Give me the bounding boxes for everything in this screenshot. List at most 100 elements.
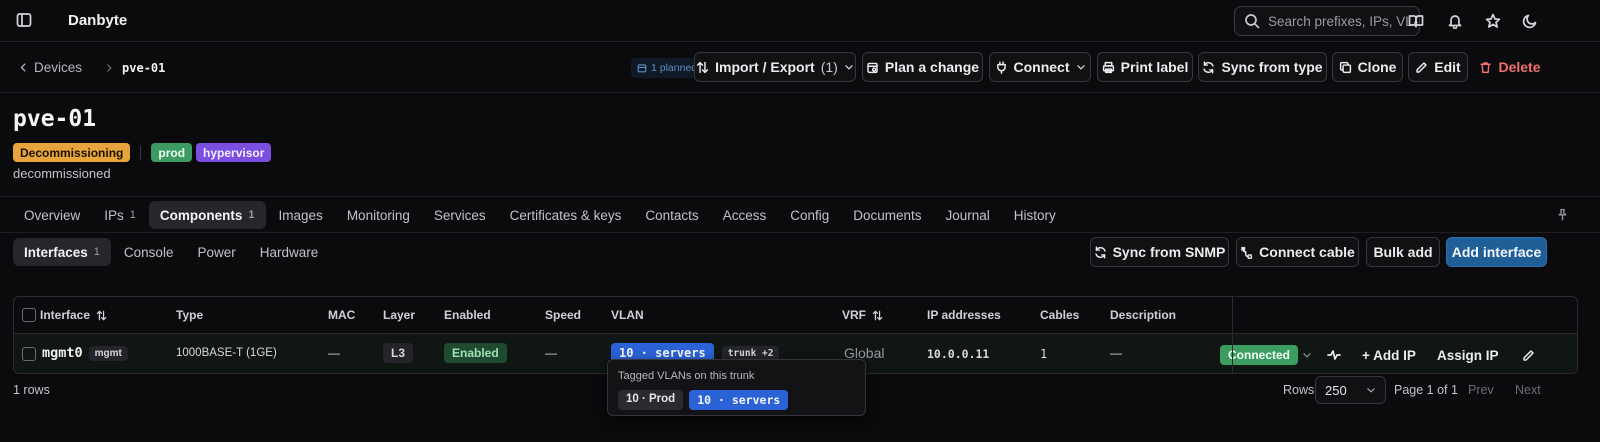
chevron-right-icon: [104, 63, 114, 73]
tab-monitoring[interactable]: Monitoring: [336, 201, 421, 229]
rows-label: Rows: [1283, 383, 1315, 397]
delete-button[interactable]: Delete: [1474, 52, 1546, 82]
subtab-interfaces[interactable]: Interfaces 1: [13, 238, 111, 266]
add-interface-button[interactable]: Add interface: [1446, 237, 1547, 267]
mac-cell: —: [328, 346, 340, 360]
moon-icon[interactable]: [1522, 13, 1538, 29]
tab-label: Components: [159, 207, 243, 223]
col-layer: Layer: [383, 308, 416, 322]
rows-per-page-select[interactable]: 250: [1315, 376, 1386, 404]
tab-components[interactable]: Components 1: [148, 201, 266, 229]
chevron-down-icon[interactable]: [1302, 350, 1312, 360]
import-export-button[interactable]: Import / Export (1): [694, 52, 856, 82]
import-export-label: Import / Export: [715, 59, 815, 75]
tab-overview[interactable]: Overview: [13, 201, 91, 229]
print-label-button[interactable]: Print label: [1097, 52, 1193, 82]
col-enabled: Enabled: [444, 308, 491, 322]
tab-label: Documents: [853, 207, 922, 223]
pencil-icon: [1522, 349, 1535, 362]
edit-button[interactable]: Edit: [1408, 52, 1468, 82]
bell-icon[interactable]: [1447, 13, 1463, 29]
col-speed: Speed: [545, 308, 582, 322]
search-input[interactable]: [1268, 13, 1418, 29]
tab-label: Certificates & keys: [509, 207, 622, 223]
subtab-power[interactable]: Power: [186, 238, 246, 266]
chevron-down-icon: [1076, 62, 1086, 72]
tab-images[interactable]: Images: [268, 201, 334, 229]
search-icon: [1244, 13, 1260, 29]
layer-cell: L3: [383, 343, 414, 363]
bulk-add-button[interactable]: Bulk add: [1366, 237, 1440, 267]
search-box[interactable]: [1234, 6, 1420, 36]
tag-prod[interactable]: prod: [151, 143, 193, 162]
trace-icon: [1326, 347, 1342, 363]
tab-label: History: [1013, 207, 1056, 223]
trash-icon: [1479, 61, 1492, 74]
tab-config[interactable]: Config: [779, 201, 840, 229]
checkbox[interactable]: [22, 347, 36, 361]
connect-cable-label: Connect cable: [1259, 244, 1355, 260]
tag-hypervisor[interactable]: hypervisor: [196, 143, 272, 162]
interface-cell[interactable]: mgmt0 mgmt: [42, 345, 128, 361]
assign-ip-button[interactable]: Assign IP: [1431, 342, 1505, 368]
trace-button[interactable]: [1320, 342, 1348, 368]
add-ip-button[interactable]: + Add IP: [1356, 342, 1422, 368]
book-icon[interactable]: [1408, 13, 1424, 29]
tab-journal[interactable]: Journal: [935, 201, 1001, 229]
enabled-cell: Enabled: [444, 343, 507, 363]
subtab-label: Interfaces: [24, 244, 88, 260]
tab-services[interactable]: Services: [423, 201, 497, 229]
select-all-checkbox[interactable]: [22, 308, 36, 322]
connect-cable-button[interactable]: Connect cable: [1236, 237, 1359, 267]
row-count: 1 rows: [13, 383, 50, 397]
tab-contacts[interactable]: Contacts: [634, 201, 709, 229]
clone-button[interactable]: Clone: [1332, 52, 1403, 82]
subtab-hardware[interactable]: Hardware: [249, 238, 330, 266]
layer-badge: L3: [383, 343, 414, 363]
connect-button[interactable]: Connect: [989, 52, 1091, 82]
tab-count: 1: [129, 209, 136, 221]
breadcrumb-back-link[interactable]: Devices: [18, 60, 82, 75]
sidebar-toggle-icon[interactable]: [16, 12, 32, 28]
row-checkbox[interactable]: [22, 347, 36, 361]
col-interface[interactable]: Interface: [40, 308, 107, 322]
type-cell: 1000BASE-T (1GE): [176, 347, 277, 359]
sort-arrows-icon[interactable]: [872, 310, 883, 321]
tab-label: Access: [722, 207, 767, 223]
interface-name[interactable]: mgmt0: [42, 345, 83, 361]
tab-label: IPs: [104, 207, 124, 223]
refresh-icon: [1202, 60, 1215, 74]
top-bar: Danbyte: [0, 0, 1600, 42]
ip-cell[interactable]: 10.0.0.11: [927, 347, 989, 361]
tab-ips[interactable]: IPs 1: [93, 201, 147, 229]
tab-label: Contacts: [645, 207, 699, 223]
row-edit-button[interactable]: [1516, 342, 1541, 368]
tooltip-title: Tagged VLANs on this trunk: [618, 370, 755, 382]
tooltip-vlan-tag: 10 · Prod: [618, 390, 684, 410]
connection-status[interactable]: Connected: [1214, 342, 1318, 368]
breadcrumb-devices: Devices: [34, 60, 83, 75]
prev-button[interactable]: Prev: [1468, 383, 1494, 397]
checkbox[interactable]: [22, 308, 36, 322]
tab-documents[interactable]: Documents: [842, 201, 932, 229]
page-title: pve-01: [13, 106, 97, 132]
plan-change-button[interactable]: Plan a change: [862, 52, 983, 82]
sort-arrows-icon[interactable]: [96, 310, 107, 321]
tab-access[interactable]: Access: [712, 201, 778, 229]
col-cables: Cables: [1040, 308, 1080, 322]
col-vrf[interactable]: VRF: [842, 308, 883, 322]
star-icon[interactable]: [1485, 13, 1501, 29]
plan-change-label: Plan a change: [884, 59, 980, 75]
speed-cell: —: [545, 346, 557, 360]
chevron-down-icon: [844, 62, 854, 72]
tab-history[interactable]: History: [1003, 201, 1067, 229]
planned-badge[interactable]: 1 planned: [631, 58, 704, 78]
tab-certificates[interactable]: Certificates & keys: [499, 201, 633, 229]
next-button[interactable]: Next: [1515, 383, 1541, 397]
col-ip-addresses: IP addresses: [927, 308, 1001, 322]
sync-snmp-button[interactable]: Sync from SNMP: [1090, 237, 1229, 267]
col-interface-label: Interface: [40, 308, 91, 322]
subtab-console[interactable]: Console: [113, 238, 185, 266]
sync-from-type-button[interactable]: Sync from type: [1198, 52, 1327, 82]
pin-icon[interactable]: [1556, 208, 1569, 221]
